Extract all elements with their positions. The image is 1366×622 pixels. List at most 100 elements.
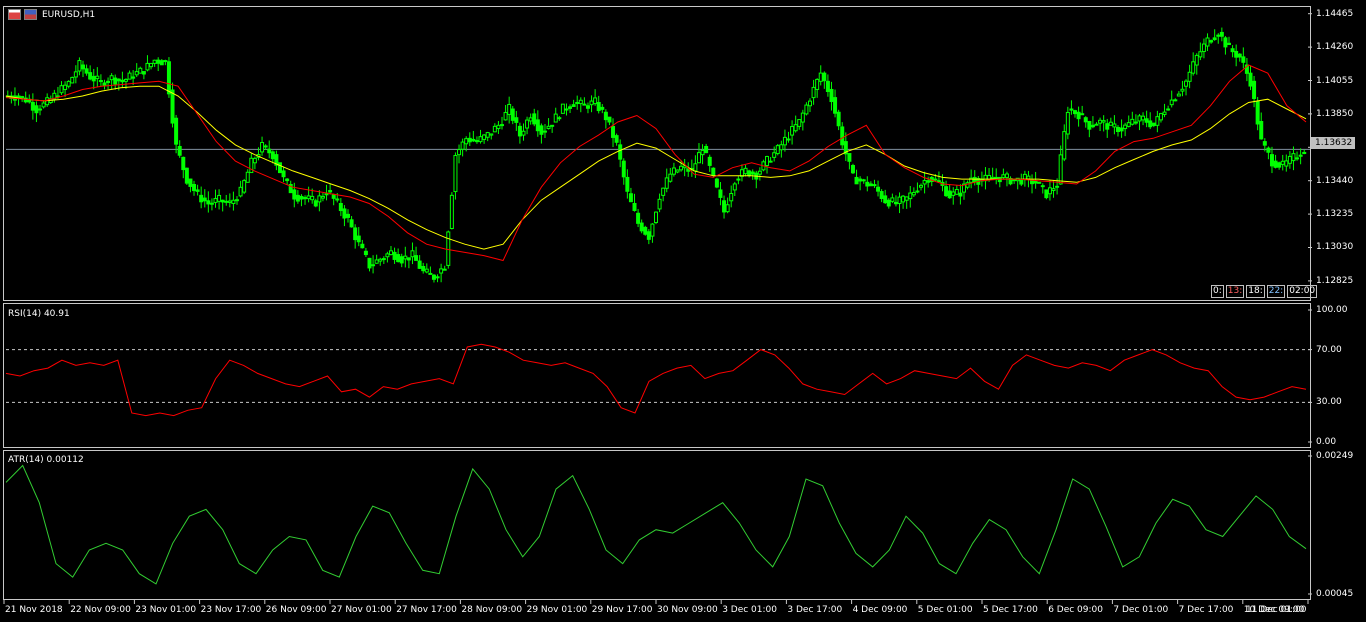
candle-body <box>1044 189 1049 199</box>
candle-body <box>711 167 716 176</box>
candle-body <box>593 97 598 105</box>
time-tick-label: 22 Nov 09:00 <box>70 605 131 615</box>
candle-body <box>192 183 197 192</box>
candle-body <box>206 200 211 205</box>
candle-body <box>1230 48 1235 53</box>
candle-body <box>1191 61 1196 74</box>
candle-body <box>1101 120 1106 123</box>
candle-body <box>564 108 569 111</box>
time-tick-label: 4 Dec 09:00 <box>852 605 908 615</box>
candle-body <box>1083 117 1088 123</box>
candle-body <box>238 186 243 197</box>
candle-body <box>1158 113 1163 121</box>
candle-body <box>736 178 741 181</box>
candle-body <box>951 191 956 196</box>
candle-body <box>263 145 268 148</box>
candle-body <box>113 77 118 85</box>
candle-body <box>338 203 343 212</box>
candle-body <box>88 72 93 80</box>
time-tick-label: 29 Nov 17:00 <box>591 605 653 615</box>
candle-body <box>431 274 436 280</box>
candle-body <box>417 260 422 269</box>
candle-body <box>854 176 859 185</box>
candle-body <box>396 254 401 263</box>
candle-body <box>596 101 601 112</box>
timer-cell: 0: <box>1211 285 1224 298</box>
candle-body <box>693 163 698 172</box>
candle-body <box>73 71 78 78</box>
candle-body <box>1205 37 1210 47</box>
candle-body <box>1219 31 1224 37</box>
price-tick-label: 1.14465 <box>1316 8 1354 19</box>
candle-body <box>646 231 651 240</box>
candle-body <box>145 62 150 71</box>
candle-body <box>1055 185 1060 188</box>
atr-line <box>5 464 1307 585</box>
candle-body <box>822 72 827 82</box>
timer-cell: 18: <box>1246 285 1265 298</box>
candle-body <box>1237 53 1242 58</box>
candle-body <box>299 195 304 200</box>
time-tick-label: 23 Nov 17:00 <box>200 605 262 615</box>
price-tick-label: 1.13030 <box>1316 242 1354 253</box>
candle-body <box>1137 115 1142 122</box>
price-tick-label: 1.12825 <box>1316 275 1354 286</box>
candle-body <box>388 250 393 256</box>
candle-body <box>156 59 161 64</box>
candle-body <box>292 189 297 200</box>
candle-body <box>177 145 182 156</box>
candle-body <box>1076 111 1081 120</box>
candle-body <box>1141 115 1146 121</box>
current-price-marker: 1.13632 <box>1311 137 1355 149</box>
candle-body <box>127 72 132 80</box>
candle-body <box>825 80 830 92</box>
time-tick-label: 30 Nov 09:00 <box>657 605 718 615</box>
candle-body <box>267 148 272 154</box>
time-tick-label: 28 Nov 09:00 <box>461 605 523 615</box>
candle-body <box>174 117 179 145</box>
candle-body <box>1280 160 1285 165</box>
candle-body <box>485 132 490 138</box>
candle-body <box>109 75 114 81</box>
candle-body <box>77 60 82 72</box>
candle-body <box>1166 108 1171 111</box>
rsi-line <box>5 343 1307 417</box>
candle-body <box>514 117 519 123</box>
candle-body <box>553 113 558 123</box>
candle-body <box>546 125 551 130</box>
candle-body <box>521 130 526 136</box>
candle-body <box>911 191 916 196</box>
price-tick-label: 1.14260 <box>1316 42 1354 53</box>
candle-body <box>1273 160 1278 168</box>
time-tick-label: 29 Nov 01:00 <box>526 605 588 615</box>
candle-body <box>1069 108 1074 111</box>
candle-body <box>850 164 855 174</box>
candle-body <box>149 62 154 68</box>
candle-body <box>815 78 820 90</box>
candle-body <box>1266 147 1271 153</box>
candle-body <box>1277 162 1282 168</box>
candle-body <box>632 203 637 211</box>
candle-body <box>270 151 275 160</box>
candle-body <box>922 180 927 185</box>
candle-body <box>1090 124 1095 128</box>
candle-body <box>933 178 938 181</box>
candle-body <box>38 108 43 111</box>
candle-body <box>571 104 576 107</box>
time-tick-label: 26 Nov 09:00 <box>265 605 327 615</box>
candle-body <box>560 103 565 114</box>
candle-body <box>231 199 236 205</box>
candle-body <box>399 256 404 264</box>
candle-body <box>954 188 959 195</box>
candle-body <box>768 160 773 163</box>
candle-body <box>800 112 805 123</box>
candle-body <box>578 99 583 105</box>
time-tick-label: 27 Nov 17:00 <box>396 605 457 615</box>
candle-body <box>1062 131 1067 160</box>
candle-body <box>184 167 189 184</box>
candle-body <box>84 68 89 74</box>
candle-body <box>872 184 877 187</box>
candle-body <box>414 255 419 261</box>
candle-body <box>1262 141 1267 146</box>
candle-body <box>847 153 852 162</box>
